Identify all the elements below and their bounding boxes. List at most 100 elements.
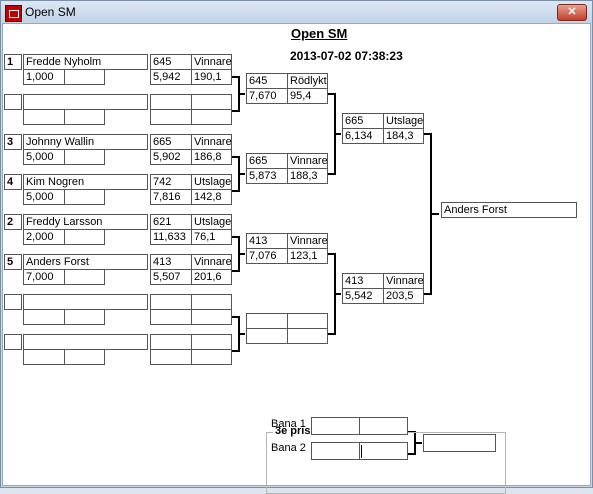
heat-result[interactable]: Utslagen: [191, 214, 232, 230]
heat-speed[interactable]: 186,8: [191, 149, 232, 165]
seed-box[interactable]: [4, 94, 22, 110]
player-name[interactable]: [23, 334, 148, 350]
heat-lane[interactable]: 645: [246, 73, 288, 89]
heat-lane[interactable]: 413: [150, 254, 192, 270]
winner-field[interactable]: Anders Forst: [441, 202, 577, 218]
heat-result[interactable]: Vinnare: [191, 54, 232, 70]
heat-speed[interactable]: 201,6: [191, 269, 232, 285]
heat-time[interactable]: 5,902: [150, 149, 192, 165]
player-name[interactable]: Fredde Nyholm: [23, 54, 148, 70]
heat-result[interactable]: Rödlykta: [287, 73, 328, 89]
third-place-result[interactable]: [423, 434, 496, 452]
lane1-field-a[interactable]: [311, 417, 360, 435]
heat-lane[interactable]: 413: [246, 233, 288, 249]
heat-speed[interactable]: [191, 109, 232, 125]
heat-time[interactable]: 11,633: [150, 229, 192, 245]
player-extra[interactable]: [64, 189, 105, 205]
heat-time[interactable]: [150, 309, 192, 325]
heat-time[interactable]: [246, 328, 288, 344]
player-score[interactable]: [23, 309, 65, 325]
seed-box[interactable]: 4: [4, 174, 22, 190]
seed-box[interactable]: 5: [4, 254, 22, 270]
player-name[interactable]: [23, 294, 148, 310]
heat-time[interactable]: 6,134: [342, 128, 384, 144]
player-extra[interactable]: [64, 229, 105, 245]
player-extra[interactable]: [64, 69, 105, 85]
heat-result[interactable]: Utslagen: [191, 174, 232, 190]
heat-lane[interactable]: 665: [150, 134, 192, 150]
heat-speed[interactable]: 188,3: [287, 168, 328, 184]
player-name[interactable]: [23, 94, 148, 110]
heat-time[interactable]: [150, 349, 192, 365]
player-name[interactable]: Johnny Wallin: [23, 134, 148, 150]
player-score[interactable]: 5,000: [23, 149, 65, 165]
seed-box[interactable]: 2: [4, 214, 22, 230]
player-score[interactable]: [23, 349, 65, 365]
heat-time[interactable]: 5,873: [246, 168, 288, 184]
seed-box[interactable]: [4, 334, 22, 350]
heat-speed[interactable]: [191, 309, 232, 325]
player-name[interactable]: Anders Forst: [23, 254, 148, 270]
heat-result[interactable]: [191, 334, 232, 350]
heat-lane[interactable]: 645: [150, 54, 192, 70]
heat-speed[interactable]: 123,1: [287, 248, 328, 264]
heat-time[interactable]: 5,507: [150, 269, 192, 285]
heat-speed[interactable]: 76,1: [191, 229, 232, 245]
heat-result[interactable]: [191, 94, 232, 110]
heat-speed[interactable]: [287, 328, 328, 344]
heat-time[interactable]: 7,076: [246, 248, 288, 264]
heat-result[interactable]: Vinnare: [383, 273, 424, 289]
player-extra[interactable]: [64, 149, 105, 165]
heat-lane[interactable]: [150, 94, 192, 110]
lane2-label: Bana 2: [271, 442, 306, 454]
heat-time[interactable]: 5,542: [342, 288, 384, 304]
heat-result[interactable]: Vinnare: [287, 233, 328, 249]
heat-speed[interactable]: 184,3: [383, 128, 424, 144]
player-extra[interactable]: [64, 309, 105, 325]
player-score[interactable]: [23, 109, 65, 125]
heat-speed[interactable]: 142,8: [191, 189, 232, 205]
lane1-field-b[interactable]: [359, 417, 408, 435]
player-extra[interactable]: [64, 109, 105, 125]
heat-speed[interactable]: 203,5: [383, 288, 424, 304]
heat-result[interactable]: Vinnare: [191, 134, 232, 150]
heat-time[interactable]: 7,816: [150, 189, 192, 205]
heat-result[interactable]: [191, 294, 232, 310]
player-score[interactable]: 2,000: [23, 229, 65, 245]
heat-time[interactable]: 5,942: [150, 69, 192, 85]
heat-lane[interactable]: 621: [150, 214, 192, 230]
heat-result[interactable]: Utslagen: [383, 113, 424, 129]
lane2-field-b[interactable]: [359, 442, 408, 460]
heat-lane[interactable]: [150, 334, 192, 350]
player-score[interactable]: 7,000: [23, 269, 65, 285]
heat-lane[interactable]: [246, 313, 288, 329]
window-title: Open SM: [25, 5, 76, 19]
player-extra[interactable]: [64, 269, 105, 285]
datetime-label: 2013-07-02 07:38:23: [290, 49, 403, 63]
player-score[interactable]: 5,000: [23, 189, 65, 205]
heat-time[interactable]: 7,670: [246, 88, 288, 104]
player-name[interactable]: Freddy Larsson: [23, 214, 148, 230]
heat-lane[interactable]: 665: [246, 153, 288, 169]
player-name[interactable]: Kim Nogren: [23, 174, 148, 190]
heat-lane[interactable]: [150, 294, 192, 310]
heat-lane[interactable]: 665: [342, 113, 384, 129]
heat-result[interactable]: Vinnare: [191, 254, 232, 270]
heat-speed[interactable]: 95,4: [287, 88, 328, 104]
heat-speed[interactable]: [191, 349, 232, 365]
heat-speed[interactable]: 190,1: [191, 69, 232, 85]
lane2-field-a[interactable]: [311, 442, 360, 460]
player-score[interactable]: 1,000: [23, 69, 65, 85]
seed-box[interactable]: [4, 294, 22, 310]
text-cursor: [361, 445, 362, 458]
heat-result[interactable]: Vinnare: [287, 153, 328, 169]
heat-lane[interactable]: 413: [342, 273, 384, 289]
heat-result[interactable]: [287, 313, 328, 329]
player-extra[interactable]: [64, 349, 105, 365]
seed-box[interactable]: 1: [4, 54, 22, 70]
heat-time[interactable]: [150, 109, 192, 125]
heat-lane[interactable]: 742: [150, 174, 192, 190]
title-bar[interactable]: Open SM ✕: [1, 1, 592, 23]
seed-box[interactable]: 3: [4, 134, 22, 150]
close-button[interactable]: ✕: [557, 4, 587, 21]
